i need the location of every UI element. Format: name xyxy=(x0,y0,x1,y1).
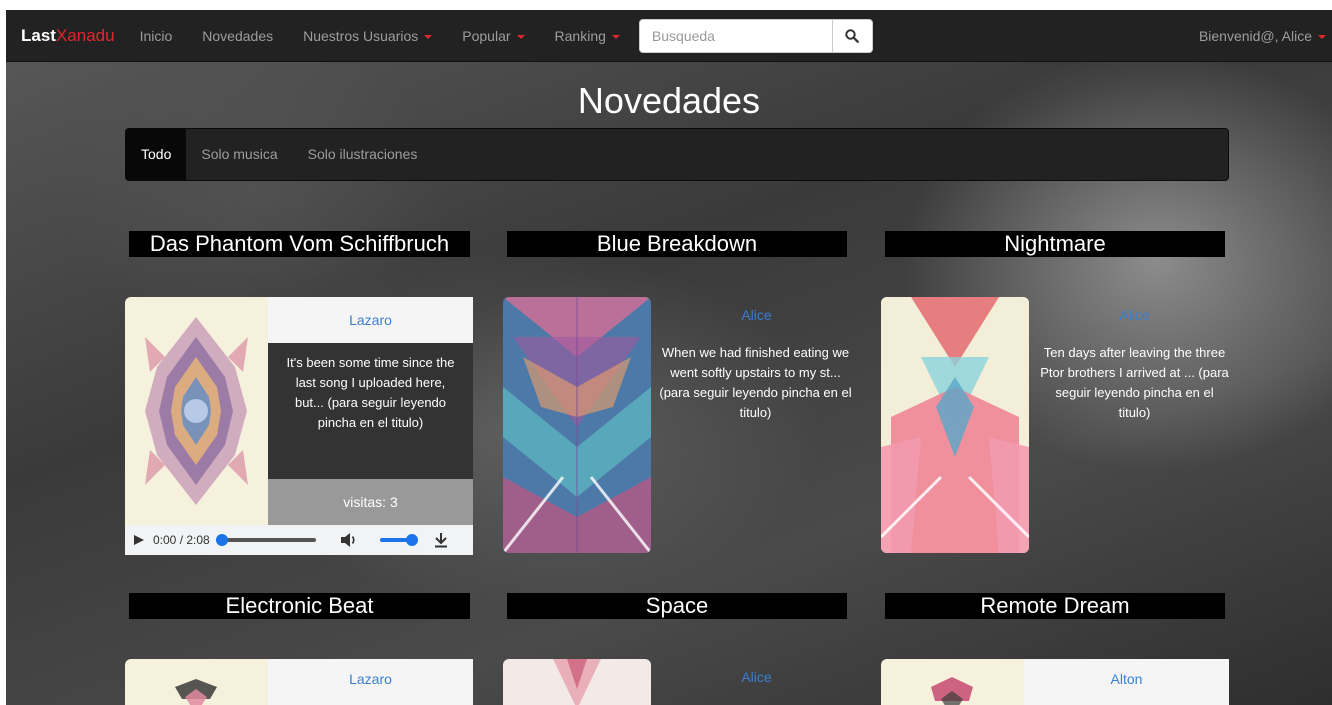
card-description: Ten days after leaving the three Ptor br… xyxy=(1040,345,1229,420)
brand-logo[interactable]: LastXanadu xyxy=(6,26,125,46)
page-title: Novedades xyxy=(577,80,761,121)
page-frame: LastXanadu Inicio Novedades Nuestros Usu… xyxy=(6,10,1332,705)
artwork-image xyxy=(881,297,1029,553)
brand-text-last: Last xyxy=(21,25,56,45)
nav-ranking-label: Ranking xyxy=(554,27,606,44)
card-artwork[interactable] xyxy=(881,659,1024,705)
card-author[interactable]: Lazaro xyxy=(268,297,473,343)
card-visits: visitas: 3 xyxy=(268,479,473,525)
player-time: 0:00 / 2:08 xyxy=(153,533,210,547)
card-title[interactable]: Das Phantom Vom Schiffbruch xyxy=(129,231,470,257)
tab-solo-musica[interactable]: Solo musica xyxy=(186,129,292,180)
progress-thumb xyxy=(215,534,228,546)
card-author[interactable]: Alice xyxy=(1029,307,1240,323)
card-artwork[interactable] xyxy=(125,659,268,705)
caret-down-icon xyxy=(424,34,433,39)
nav-inicio[interactable]: Inicio xyxy=(125,28,188,44)
user-menu-label: Bienvenid@, Alice xyxy=(1198,27,1312,44)
play-icon[interactable] xyxy=(133,534,145,546)
caret-down-icon xyxy=(1318,34,1326,39)
nav-nuestros-usuarios-label: Nuestros Usuarios xyxy=(303,27,419,44)
card-author[interactable]: Alice xyxy=(651,307,862,323)
card-author[interactable]: Lazaro xyxy=(268,659,473,705)
card-title[interactable]: Nightmare xyxy=(885,231,1225,257)
card-author[interactable]: Alton xyxy=(1024,659,1229,705)
artwork-image xyxy=(931,677,973,705)
nav-popular-label: Popular xyxy=(462,27,511,44)
card-title[interactable]: Remote Dream xyxy=(885,593,1225,619)
brand-text-xanadu: Xanadu xyxy=(55,25,115,45)
card-description: It's been some time since the last song … xyxy=(268,343,473,479)
volume-icon[interactable] xyxy=(340,532,358,548)
audio-player: 0:00 / 2:08 xyxy=(125,525,473,555)
nav-novedades[interactable]: Novedades xyxy=(187,28,288,44)
search-icon xyxy=(845,28,860,43)
card-title[interactable]: Space xyxy=(507,593,847,619)
card-artwork[interactable] xyxy=(125,297,268,525)
tab-todo[interactable]: Todo xyxy=(126,129,187,180)
card-artwork[interactable] xyxy=(503,659,651,705)
caret-down-icon xyxy=(516,34,525,39)
card-title[interactable]: Electronic Beat xyxy=(129,593,470,619)
artwork-image xyxy=(503,297,651,553)
artwork-image xyxy=(553,659,601,705)
user-menu[interactable]: Bienvenid@, Alice xyxy=(1199,28,1332,44)
card-title[interactable]: Blue Breakdown xyxy=(507,231,847,257)
tab-solo-ilustraciones[interactable]: Solo ilustraciones xyxy=(293,129,433,180)
top-navbar: LastXanadu Inicio Novedades Nuestros Usu… xyxy=(6,10,1332,62)
filter-tabs: Todo Solo musica Solo ilustraciones xyxy=(125,128,1229,181)
volume-slider[interactable] xyxy=(379,534,418,546)
artwork-image xyxy=(175,679,217,705)
search-input[interactable]: Busqueda xyxy=(638,18,833,53)
progress-slider[interactable] xyxy=(215,534,316,546)
nav-nuestros-usuarios[interactable]: Nuestros Usuarios xyxy=(288,28,447,44)
card-artwork[interactable] xyxy=(881,297,1029,553)
card-description: When we had finished eating we went soft… xyxy=(659,345,852,420)
download-icon[interactable] xyxy=(434,532,448,548)
artwork-image xyxy=(145,317,248,505)
card-author[interactable]: Alice xyxy=(651,669,862,685)
search-button[interactable] xyxy=(832,18,873,53)
caret-down-icon xyxy=(611,34,620,39)
nav-popular[interactable]: Popular xyxy=(447,28,539,44)
search-form: Busqueda xyxy=(638,18,873,53)
nav-ranking[interactable]: Ranking xyxy=(540,28,635,44)
card-artwork[interactable] xyxy=(503,297,651,553)
volume-thumb xyxy=(405,534,418,546)
